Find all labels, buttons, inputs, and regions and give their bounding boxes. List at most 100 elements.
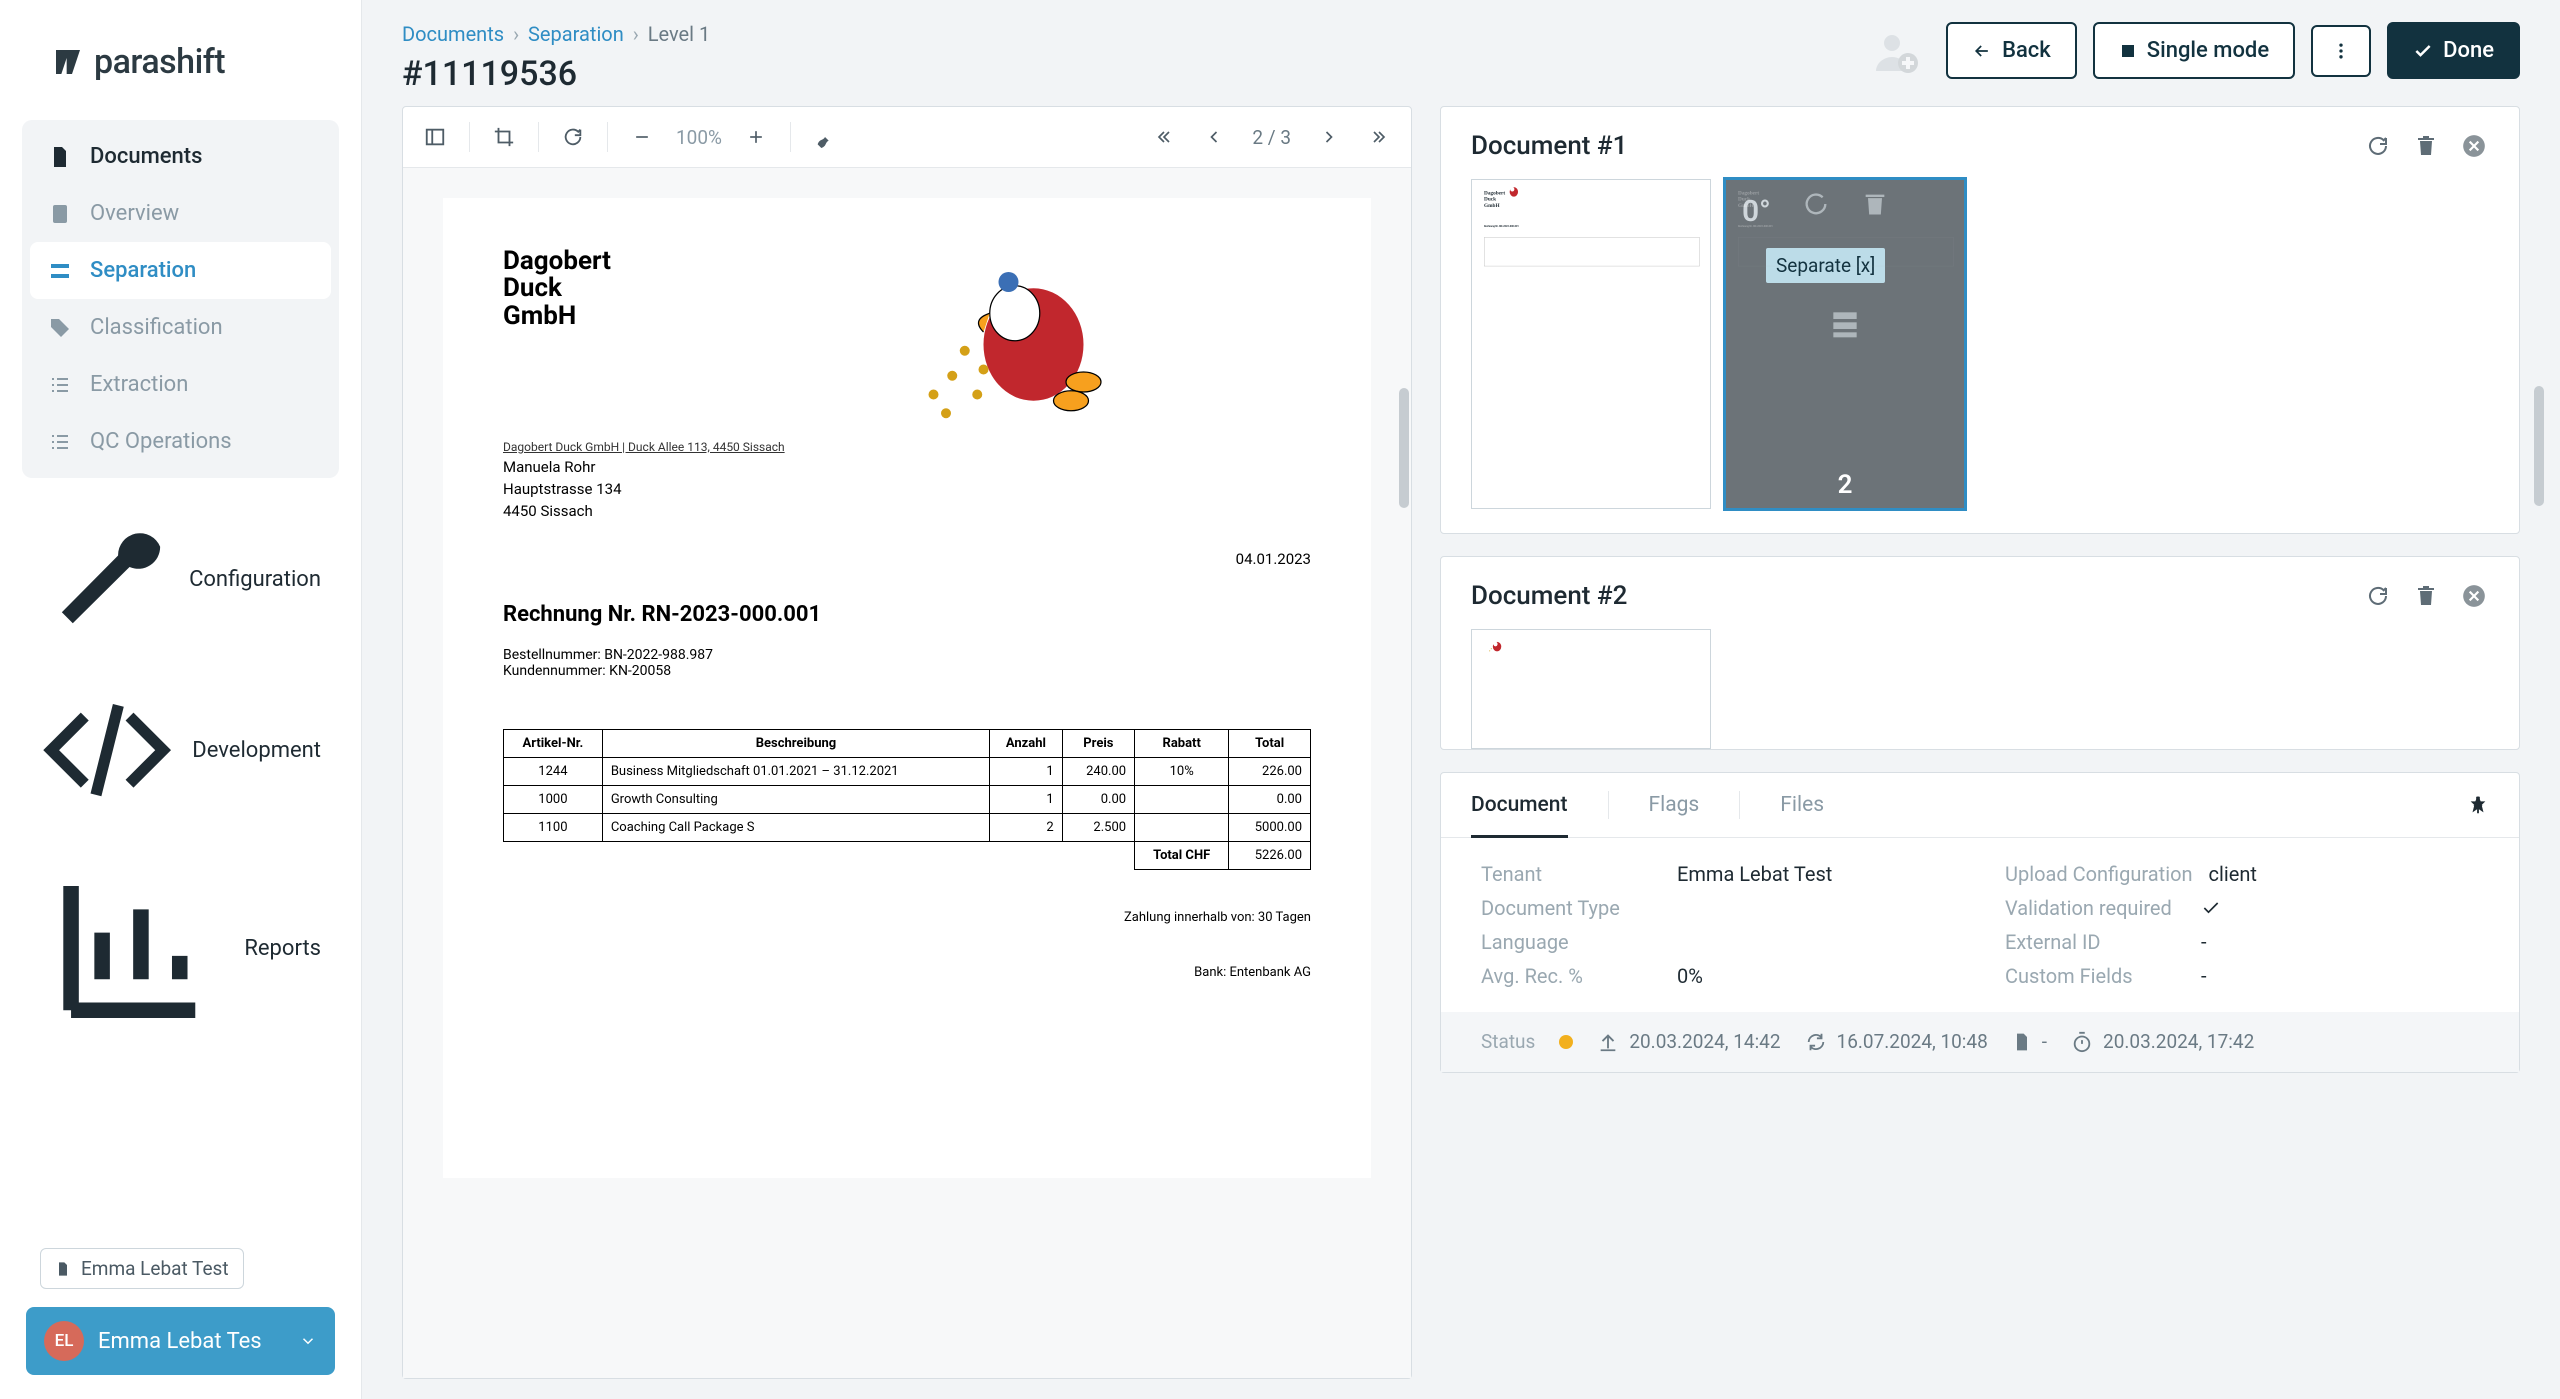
refresh-button[interactable] — [551, 115, 595, 159]
breadcrumb: Documents › Separation › Level 1 — [402, 22, 710, 46]
top-actions: Back Single mode Done — [1872, 22, 2520, 79]
brush-button[interactable] — [803, 115, 847, 159]
document-viewer: 100% 2 / 3 Dagobert Duck — [402, 106, 1412, 1379]
check-icon — [2413, 41, 2433, 61]
right-panel: Document #1 DagobertDuckGmbH — [1440, 106, 2520, 1379]
nav-qc[interactable]: QC Operations — [30, 413, 331, 470]
company-logo-art — [891, 232, 1151, 432]
value-validation — [2201, 898, 2221, 918]
user-menu[interactable]: EL Emma Lebat Tes — [26, 1307, 335, 1375]
tab-document[interactable]: Document — [1471, 773, 1568, 837]
zoom-level: 100% — [670, 126, 728, 149]
status-timer: 20.03.2024, 17:42 — [2071, 1030, 2254, 1054]
single-mode-button[interactable]: Single mode — [2093, 22, 2295, 79]
document-card-1: Document #1 DagobertDuckGmbH — [1440, 106, 2520, 534]
last-page-button[interactable] — [1357, 115, 1401, 159]
card-close-button[interactable] — [2459, 581, 2489, 611]
check-icon — [2201, 898, 2221, 918]
main: Documents › Separation › Level 1 #111195… — [362, 0, 2560, 1399]
status-refreshed: 16.07.2024, 10:48 — [1805, 1030, 1988, 1054]
crop-button[interactable] — [482, 115, 526, 159]
nav-documents[interactable]: Documents — [30, 128, 331, 185]
stack-icon — [1825, 304, 1865, 344]
checklist-icon — [48, 430, 72, 454]
card-delete-button[interactable] — [2411, 581, 2441, 611]
label-language: Language — [1481, 930, 1661, 954]
nav-overview[interactable]: Overview — [30, 185, 331, 242]
card-close-button[interactable] — [2459, 131, 2489, 161]
crumb-separation[interactable]: Separation — [528, 22, 624, 46]
value-custom-fields: - — [2201, 964, 2207, 988]
status-doc: - — [2012, 1030, 2047, 1054]
label-validation: Validation required — [2005, 896, 2185, 920]
square-icon — [2119, 42, 2137, 60]
scrollbar[interactable] — [1399, 388, 1409, 508]
nav-extraction[interactable]: Extraction — [30, 356, 331, 413]
more-button[interactable] — [2311, 25, 2371, 77]
page-thumb-2[interactable]: 0° Separate [x] DagobertDuckGmbH Rechnu — [1725, 179, 1965, 509]
page-title: #11119536 — [402, 54, 710, 94]
tab-flags[interactable]: Flags — [1649, 773, 1700, 837]
nav-classification[interactable]: Classification — [30, 299, 331, 356]
value-upload-config: client — [2209, 862, 2257, 886]
page-indicator: 2 / 3 — [1242, 126, 1301, 149]
file-icon — [48, 145, 72, 169]
zoom-in-button[interactable] — [734, 115, 778, 159]
arrow-left-icon — [1972, 41, 1992, 61]
back-button[interactable]: Back — [1946, 22, 2077, 79]
card-refresh-button[interactable] — [2363, 581, 2393, 611]
zoom-out-button[interactable] — [620, 115, 664, 159]
workspace: 100% 2 / 3 Dagobert Duck — [362, 106, 2560, 1399]
document-page: Dagobert Duck GmbH — [443, 198, 1371, 1178]
info-panel: Document Flags Files TenantEmma Lebat Te… — [1440, 772, 2520, 1073]
page-icon — [48, 202, 72, 226]
doc-icon — [2012, 1032, 2032, 1052]
avatar: EL — [44, 1321, 84, 1361]
nav-development[interactable]: Development — [22, 667, 339, 833]
tab-files[interactable]: Files — [1780, 773, 1824, 837]
panel-toggle-button[interactable] — [413, 115, 457, 159]
sidebar: parashift Documents Overview Separation … — [0, 0, 362, 1399]
crumb-level: Level 1 — [648, 22, 710, 46]
pin-button[interactable] — [2467, 774, 2489, 836]
page-thumb-1[interactable] — [1471, 629, 1711, 749]
assign-user-icon[interactable] — [1872, 27, 1920, 75]
separation-icon — [48, 259, 72, 283]
more-vertical-icon — [2331, 41, 2351, 61]
card-delete-button[interactable] — [2411, 131, 2441, 161]
document-card-2: Document #2 — [1440, 556, 2520, 750]
label-external-id: External ID — [2005, 930, 2185, 954]
nav-group-documents: Documents Overview Separation Classifica… — [22, 120, 339, 478]
topbar: Documents › Separation › Level 1 #111195… — [362, 0, 2560, 106]
sync-icon — [1805, 1031, 1827, 1053]
status-row: Status 20.03.2024, 14:42 16.07.2024, 10:… — [1441, 1012, 2519, 1072]
label-upload-config: Upload Configuration — [2005, 862, 2193, 886]
card-refresh-button[interactable] — [2363, 131, 2393, 161]
nav-configuration[interactable]: Configuration — [22, 498, 339, 661]
list-icon — [48, 373, 72, 397]
crumb-documents[interactable]: Documents — [402, 22, 504, 46]
first-page-button[interactable] — [1142, 115, 1186, 159]
card-title: Document #1 — [1471, 131, 1627, 161]
prev-page-button[interactable] — [1192, 115, 1236, 159]
status-uploaded: 20.03.2024, 14:42 — [1597, 1030, 1780, 1054]
tenant-chip[interactable]: Emma Lebat Test — [40, 1248, 244, 1289]
page-number: 2 — [1838, 470, 1853, 500]
done-button[interactable]: Done — [2387, 22, 2520, 79]
label-avg-rec: Avg. Rec. % — [1481, 964, 1661, 988]
file-small-icon — [55, 1261, 71, 1277]
chart-icon — [40, 855, 226, 1041]
scrollbar[interactable] — [2534, 386, 2544, 506]
wrench-icon — [40, 514, 171, 645]
next-page-button[interactable] — [1307, 115, 1351, 159]
nav-reports[interactable]: Reports — [22, 839, 339, 1057]
value-tenant: Emma Lebat Test — [1677, 862, 1832, 886]
brand-icon — [52, 46, 84, 78]
stopwatch-icon — [2071, 1031, 2093, 1053]
page-thumb-1[interactable]: DagobertDuckGmbH Rechnung Nr. RN-2023-00… — [1471, 179, 1711, 509]
status-dot — [1559, 1035, 1573, 1049]
label-doc-type: Document Type — [1481, 896, 1661, 920]
nav-separation[interactable]: Separation — [30, 242, 331, 299]
tag-icon — [48, 316, 72, 340]
document-canvas[interactable]: Dagobert Duck GmbH — [403, 168, 1411, 1378]
